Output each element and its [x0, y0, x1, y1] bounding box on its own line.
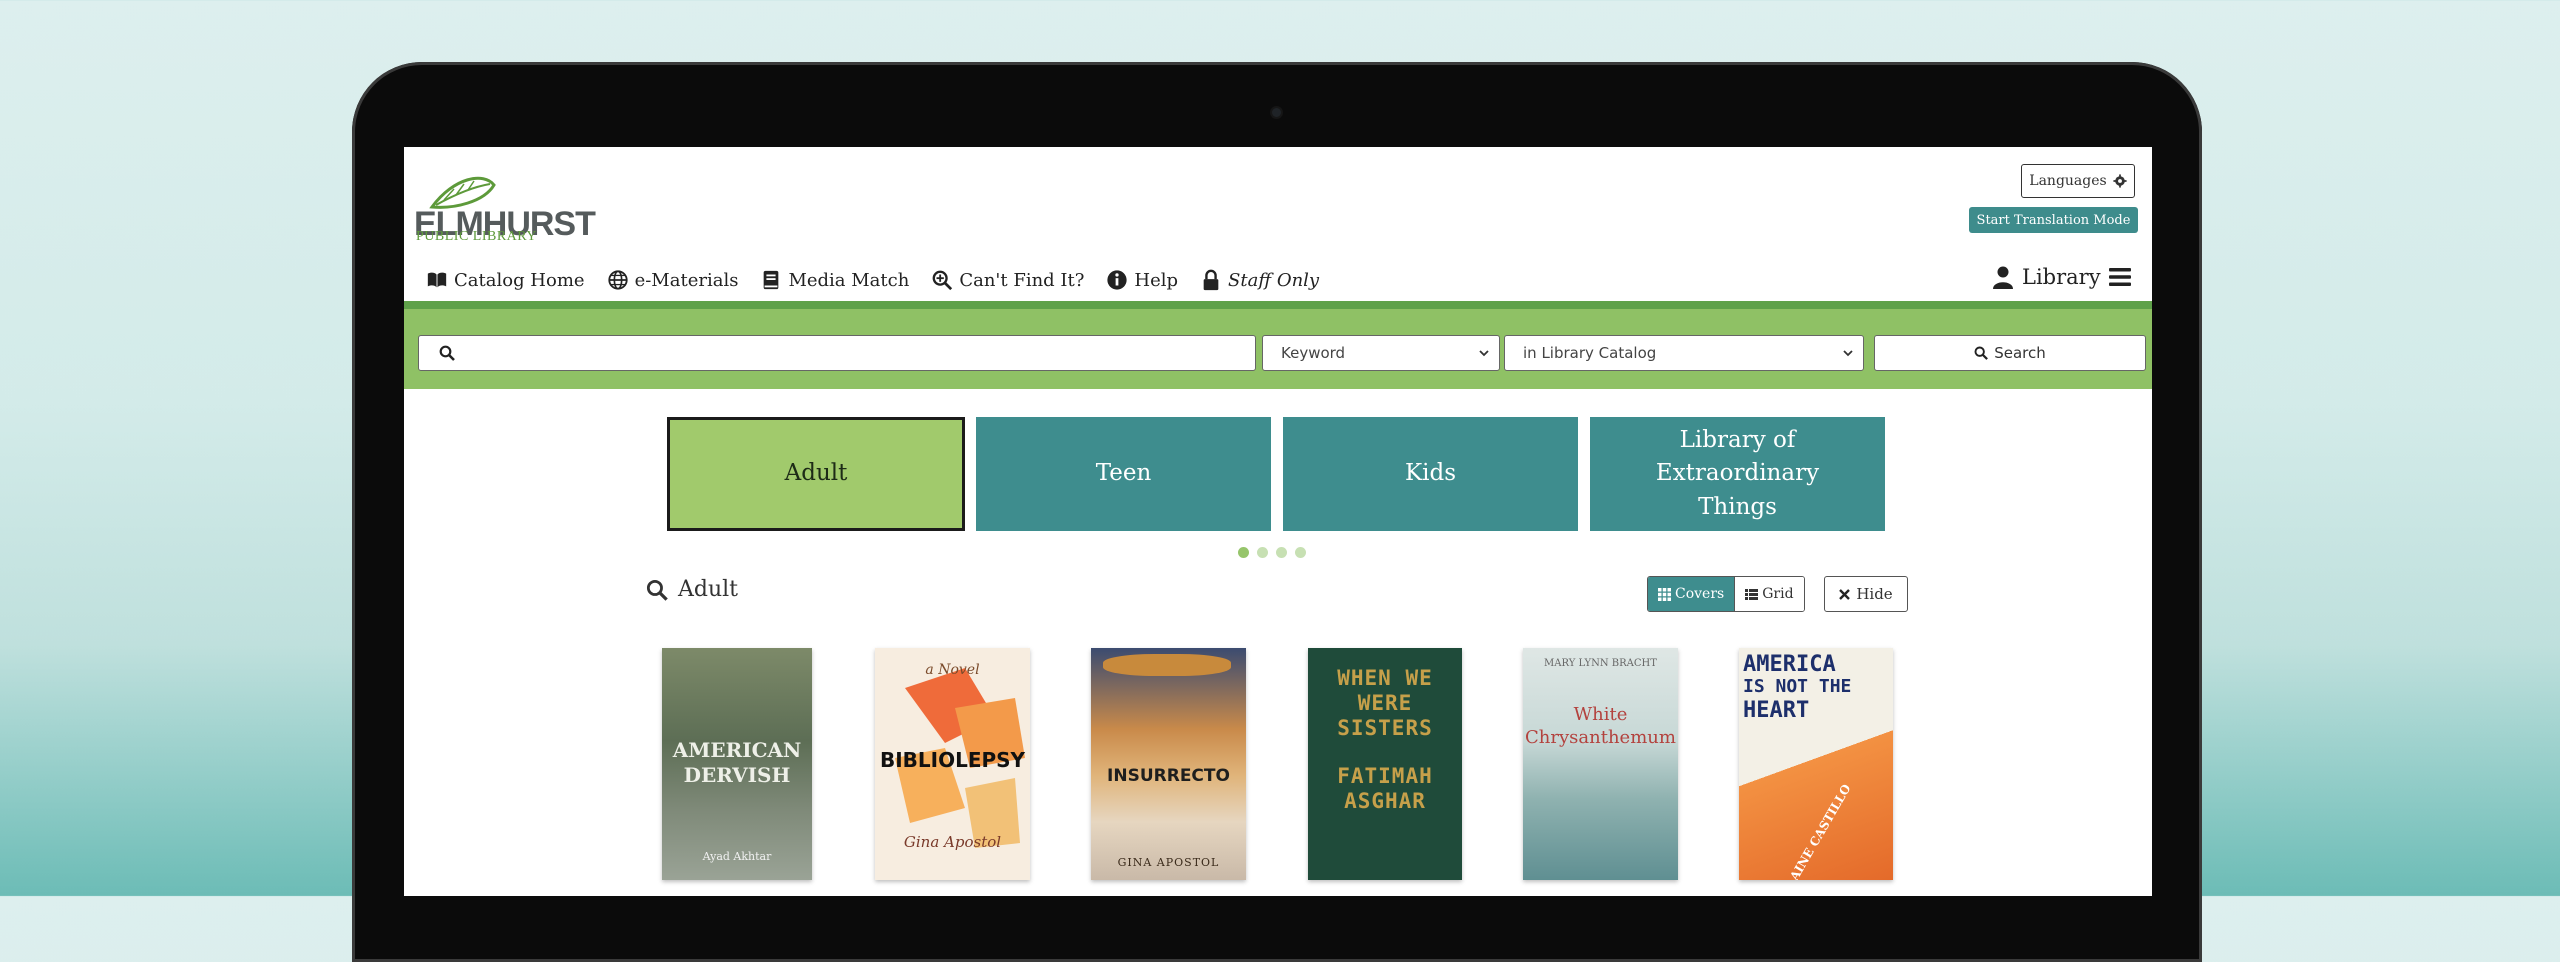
audience-tile-teen[interactable]: Teen [976, 417, 1271, 531]
chevron-down-icon [1479, 350, 1489, 357]
audience-tile-extraordinary-things[interactable]: Library of Extraordinary Things [1590, 417, 1885, 531]
carousel-dot[interactable] [1295, 547, 1306, 558]
nav-label: Staff Only [1228, 269, 1320, 291]
search-scope-select[interactable]: in Library Catalog [1504, 335, 1864, 371]
nav-label: Catalog Home [454, 269, 585, 291]
tile-label: Teen [1095, 460, 1152, 487]
cover-art-shape [1103, 654, 1231, 676]
hide-button[interactable]: Hide [1824, 576, 1908, 612]
book-title-line: White [1573, 704, 1628, 725]
close-icon [1839, 588, 1851, 600]
search-plus-icon [932, 270, 953, 291]
account-menu[interactable]: Library [1992, 265, 2131, 289]
book-author: MARY LYNN BRACHT [1544, 658, 1657, 669]
languages-label: Languages [2029, 173, 2107, 189]
nav-media-match[interactable]: Media Match [760, 269, 909, 291]
book-title-line: AMERICA [1743, 652, 1836, 677]
audience-tile-adult[interactable]: Adult [667, 417, 965, 531]
book-title-line: FATIMAH [1337, 764, 1433, 789]
grid-icon [1658, 587, 1671, 601]
search-icon [1974, 346, 1989, 360]
hide-label: Hide [1856, 585, 1893, 603]
book-author: Ayad Akhtar [702, 850, 772, 863]
book-author: Gina Apostol [903, 833, 1002, 851]
chevron-down-icon [1843, 350, 1853, 357]
tile-label: Library of Extraordinary Things [1655, 426, 1820, 520]
nav-catalog-home[interactable]: Catalog Home [426, 269, 585, 291]
book-title-line: DERVISH [683, 763, 791, 787]
book-title-line: BIBLIOLEPSY [879, 748, 1026, 772]
book-title-line: SISTERS [1337, 715, 1433, 740]
audience-tile-kids[interactable]: Kids [1283, 417, 1578, 531]
list-icon [1745, 588, 1759, 600]
view-covers-label: Covers [1675, 586, 1725, 602]
book-kicker: a Novel [925, 662, 980, 678]
book-title-line: HEART [1743, 697, 1810, 723]
lock-icon [1203, 269, 1219, 291]
carousel-dot[interactable] [1238, 547, 1249, 558]
nav-label: Media Match [788, 269, 910, 291]
search-button[interactable]: Search [1874, 335, 2146, 371]
info-icon [1107, 270, 1128, 290]
globe-icon [607, 270, 628, 290]
nav-staff-only[interactable]: Staff Only [1200, 269, 1319, 291]
nav-label: Can't Find It? [959, 269, 1085, 291]
search-icon [646, 579, 668, 601]
nav-help[interactable]: Help [1106, 269, 1178, 291]
section-title: Adult [646, 577, 738, 602]
search-type-select[interactable]: Keyword [1262, 335, 1500, 371]
book-cover[interactable]: AMERICA IS NOT THE HEART ELAINE CASTILLO [1739, 648, 1893, 880]
view-covers-button[interactable]: Covers [1648, 577, 1735, 611]
book-cover[interactable]: WHEN WE WERE SISTERS FATIMAH ASGHAR [1308, 648, 1462, 880]
brand-subtitle: PUBLIC LIBRARY [416, 229, 537, 244]
search-icon [439, 345, 455, 361]
book-author: ELAINE CASTILLO [1778, 781, 1854, 880]
search-scope-value: in Library Catalog [1523, 344, 1657, 362]
carousel-dot[interactable] [1257, 547, 1268, 558]
book-title-line: ASGHAR [1344, 789, 1426, 814]
search-input[interactable] [418, 335, 1256, 371]
carousel-dot[interactable] [1276, 547, 1287, 558]
user-icon [1993, 266, 2013, 289]
book-cover[interactable]: INSURRECTO GINA APOSTOL [1091, 648, 1246, 880]
browser-viewport: ELMHURST PUBLIC LIBRARY Languages Start … [404, 147, 2152, 896]
book-cover[interactable]: AMERICAN DERVISH Ayad Akhtar [662, 648, 812, 880]
view-grid-label: Grid [1762, 586, 1794, 602]
menu-hamburger-icon[interactable] [2108, 267, 2131, 287]
book-title-line: Chrysanthemum [1525, 726, 1676, 748]
book-title-line: WERE [1357, 690, 1413, 715]
nav-label: Help [1134, 269, 1179, 291]
main-nav: Catalog Home e-Materials Media Match Can… [426, 265, 1319, 295]
tile-label: Adult [784, 460, 848, 487]
book-title-line: AMERICAN [672, 738, 802, 762]
translation-mode-button[interactable]: Start Translation Mode [1969, 207, 2138, 233]
book-title-line: WHEN WE [1337, 666, 1433, 690]
view-grid-button[interactable]: Grid [1734, 577, 1804, 611]
search-bar-border [404, 301, 2152, 309]
carousel-dots [1238, 547, 1306, 558]
book-cover[interactable]: MARY LYNN BRACHT White Chrysanthemum [1523, 648, 1678, 880]
view-toggle: Covers Grid [1647, 576, 1805, 612]
book-author: GINA APOSTOL [1117, 856, 1220, 869]
nav-label: e-Materials [634, 269, 739, 291]
search-type-value: Keyword [1281, 344, 1346, 362]
section-title-text: Adult [678, 577, 739, 602]
gear-icon [2113, 174, 2127, 188]
book-title-line: INSURRECTO [1107, 766, 1230, 786]
account-label: Library [2022, 265, 2101, 289]
book-cover[interactable]: a Novel BIBLIOLEPSY Gina Apostol [875, 648, 1030, 880]
book-icon [764, 270, 779, 290]
tile-label: Kids [1404, 460, 1457, 487]
book-title-line: IS NOT THE [1743, 676, 1852, 698]
search-button-label: Search [1994, 344, 2046, 362]
nav-cant-find-it[interactable]: Can't Find It? [931, 269, 1084, 291]
book-open-icon [427, 272, 447, 288]
nav-e-materials[interactable]: e-Materials [607, 269, 739, 291]
languages-button[interactable]: Languages [2021, 164, 2135, 198]
camera-icon [1272, 108, 1281, 117]
